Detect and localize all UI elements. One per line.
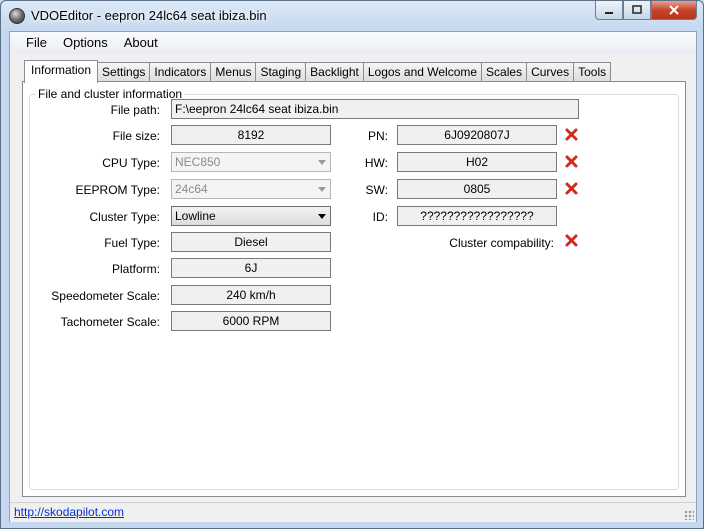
cpu-type-label: CPU Type: — [102, 156, 160, 170]
file-size-field[interactable]: 8192 — [171, 125, 331, 145]
file-path-label: File path: — [110, 103, 160, 117]
menu-options[interactable]: Options — [55, 32, 116, 54]
tab-information[interactable]: Information — [24, 60, 99, 83]
x-icon — [565, 182, 578, 195]
website-link[interactable]: http://skodapilot.com — [14, 505, 124, 519]
tab-settings[interactable]: Settings — [97, 62, 151, 82]
title-bar[interactable]: VDOEditor - eepron 24lc64 seat ibiza.bin — [1, 1, 703, 31]
cpu-type-value: NEC850 — [175, 155, 221, 169]
maximize-button[interactable] — [623, 1, 651, 20]
menu-about[interactable]: About — [116, 32, 166, 54]
groupbox-title: File and cluster information — [36, 87, 185, 101]
chevron-down-icon — [318, 187, 326, 192]
platform-field[interactable]: 6J — [171, 258, 331, 278]
pn-label: PN: — [367, 129, 388, 143]
file-path-field[interactable]: F:\eepron 24lc64 seat ibiza.bin — [171, 99, 579, 119]
pn-field[interactable]: 6J0920807J — [397, 125, 557, 145]
tab-strip: Information Settings Indicators Menus St… — [24, 60, 612, 83]
menu-file[interactable]: File — [18, 32, 55, 54]
speedometer-scale-field[interactable]: 240 km/h — [171, 285, 331, 305]
information-panel: File and cluster information File path: … — [22, 81, 686, 497]
id-label: ID: — [372, 210, 388, 224]
menu-bar: File Options About — [10, 32, 696, 54]
minimize-icon — [605, 12, 613, 14]
cluster-type-label: Cluster Type: — [89, 210, 160, 224]
app-window: VDOEditor - eepron 24lc64 seat ibiza.bin… — [0, 0, 704, 529]
caption-buttons — [595, 1, 697, 21]
x-icon — [565, 234, 578, 247]
cluster-type-select[interactable]: Lowline — [171, 206, 331, 226]
tab-indicators[interactable]: Indicators — [149, 62, 212, 82]
close-icon — [669, 5, 679, 15]
hw-label: HW: — [364, 156, 388, 170]
file-cluster-groupbox: File and cluster information File path: … — [29, 87, 679, 490]
eeprom-type-value: 24c64 — [175, 182, 208, 196]
sw-field[interactable]: 0805 — [397, 179, 557, 199]
cluster-type-value: Lowline — [175, 209, 216, 223]
platform-label: Platform: — [111, 262, 160, 276]
fuel-type-label: Fuel Type: — [104, 236, 160, 250]
eeprom-type-label: EEPROM Type: — [75, 183, 160, 197]
tab-tools[interactable]: Tools — [573, 62, 612, 82]
eeprom-type-select[interactable]: 24c64 — [171, 179, 331, 199]
id-field[interactable]: ????????????????? — [397, 206, 557, 226]
file-size-label: File size: — [112, 129, 160, 143]
tachometer-scale-label: Tachometer Scale: — [60, 315, 160, 329]
fuel-type-field[interactable]: Diesel — [171, 232, 331, 252]
chevron-down-icon — [318, 160, 326, 165]
speedometer-scale-label: Speedometer Scale: — [51, 289, 160, 303]
tab-scales[interactable]: Scales — [481, 62, 528, 82]
minimize-button[interactable] — [595, 1, 623, 20]
cluster-compat-label: Cluster compability: — [449, 236, 554, 250]
maximize-icon — [632, 5, 642, 14]
sw-label: SW: — [365, 183, 388, 197]
tab-curves[interactable]: Curves — [526, 62, 575, 82]
window-title: VDOEditor - eepron 24lc64 seat ibiza.bin — [31, 8, 267, 23]
cpu-type-select[interactable]: NEC850 — [171, 152, 331, 172]
close-button[interactable] — [651, 1, 697, 20]
tab-backlight[interactable]: Backlight — [305, 62, 364, 82]
tab-logos-and-welcome[interactable]: Logos and Welcome — [362, 62, 483, 82]
resize-grip[interactable] — [684, 510, 694, 520]
app-icon[interactable] — [9, 8, 25, 24]
client-area: File Options About Information Settings … — [9, 31, 697, 522]
status-bar: http://skodapilot.com — [10, 502, 696, 522]
hw-field[interactable]: H02 — [397, 152, 557, 172]
tab-menus[interactable]: Menus — [210, 62, 257, 82]
x-icon — [565, 155, 578, 168]
chevron-down-icon — [318, 214, 326, 219]
tachometer-scale-field[interactable]: 6000 RPM — [171, 311, 331, 331]
tab-staging[interactable]: Staging — [255, 62, 307, 82]
x-icon — [565, 128, 578, 141]
